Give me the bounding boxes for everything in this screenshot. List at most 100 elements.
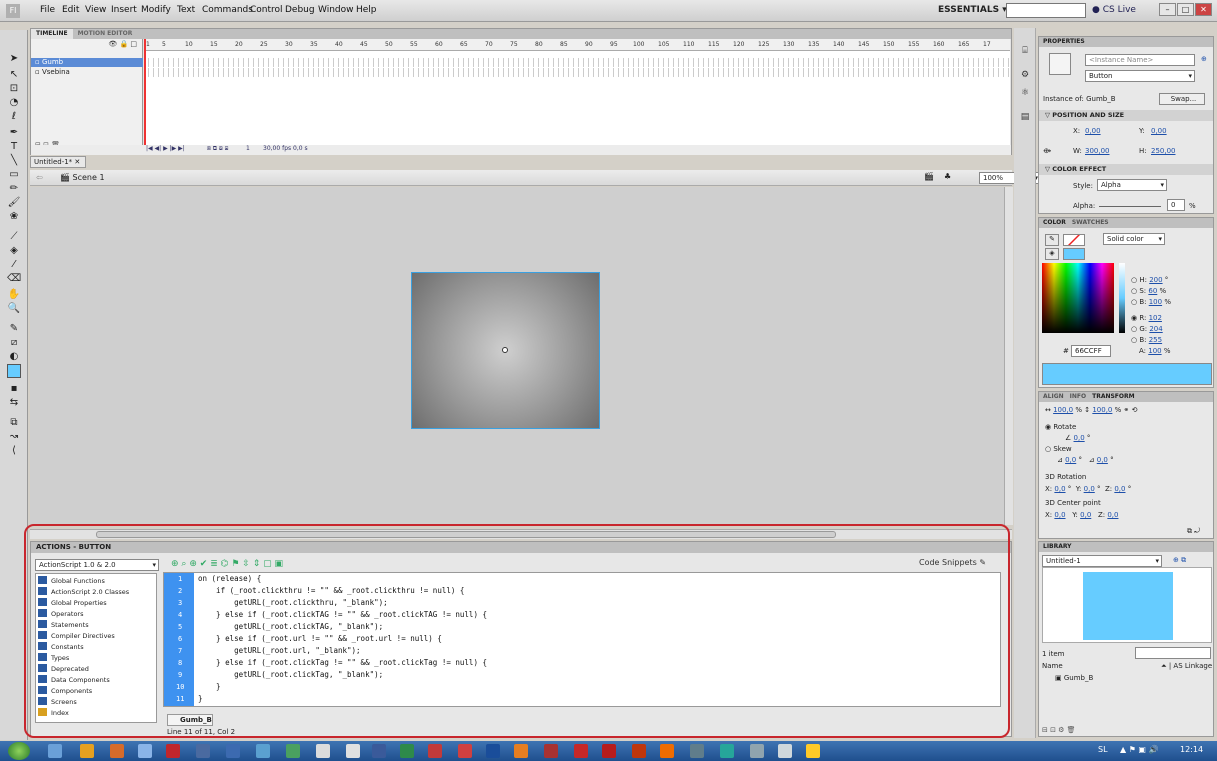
- menu-window[interactable]: Window: [318, 5, 354, 15]
- alpha-slider[interactable]: [1099, 206, 1161, 207]
- document-tab[interactable]: Untitled-1* ✕: [30, 156, 86, 168]
- brightness-slider[interactable]: [1119, 263, 1125, 333]
- position-size-section[interactable]: ▽ POSITION AND SIZE: [1039, 110, 1213, 121]
- help-search-input[interactable]: [1006, 3, 1086, 18]
- duplicate-transform-icon[interactable]: ⧉ ⤾: [1187, 527, 1200, 536]
- maximize-button[interactable]: □: [1177, 3, 1194, 16]
- toolbox-item[interactable]: Index: [38, 708, 69, 719]
- start-button[interactable]: [8, 742, 30, 760]
- fill-swatch[interactable]: [1063, 248, 1085, 260]
- deco-tool-icon[interactable]: ❀: [7, 210, 21, 224]
- minimize-button[interactable]: –: [1159, 3, 1176, 16]
- stage-horizontal-scrollbar[interactable]: [30, 529, 1012, 539]
- taskbar-app-icon[interactable]: [346, 744, 360, 758]
- input-language[interactable]: SL: [1098, 745, 1108, 754]
- clock[interactable]: 12:14: [1180, 745, 1203, 754]
- taskbar-app-icon[interactable]: [660, 744, 674, 758]
- library-footer-icons[interactable]: ⊟ ⊡ ⚙ 🗑: [1042, 726, 1076, 734]
- skew-h-value[interactable]: 0,0: [1065, 456, 1076, 464]
- taskbar-app-icon[interactable]: [544, 744, 558, 758]
- tab-transform[interactable]: TRANSFORM: [1092, 393, 1135, 400]
- scrollbar-thumb[interactable]: [96, 531, 836, 538]
- sat-value[interactable]: 60: [1148, 287, 1157, 295]
- taskbar-app-icon[interactable]: [690, 744, 704, 758]
- toolbox-item[interactable]: Screens: [38, 697, 77, 708]
- toolbox-item[interactable]: Statements: [38, 620, 89, 631]
- green-value[interactable]: 204: [1149, 325, 1162, 333]
- menu-modify[interactable]: Modify: [141, 5, 171, 15]
- style-select[interactable]: Alpha ▾: [1097, 179, 1167, 191]
- pin-icon[interactable]: ⊕ ⧉: [1173, 556, 1186, 565]
- zoom-tool-icon[interactable]: 🔍: [7, 302, 21, 316]
- button-instance[interactable]: [411, 272, 600, 429]
- frame-row[interactable]: [144, 58, 1010, 67]
- back-arrow-icon[interactable]: ⇦: [36, 173, 43, 182]
- selection-tool-icon[interactable]: ➤: [7, 52, 21, 66]
- fill-type-select[interactable]: Solid color ▾: [1103, 233, 1165, 245]
- red-value[interactable]: 102: [1149, 314, 1162, 322]
- stroke-color-icon[interactable]: ✎: [1045, 234, 1059, 246]
- library-col-linkage[interactable]: ⏶ | AS Linkage: [1161, 662, 1212, 671]
- menu-help[interactable]: Help: [356, 5, 377, 15]
- taskbar-app-icon[interactable]: [720, 744, 734, 758]
- taskbar-app-icon[interactable]: [400, 744, 414, 758]
- library-document-select[interactable]: Untitled-1 ▾: [1042, 555, 1162, 567]
- color-alpha-value[interactable]: 100: [1148, 347, 1161, 355]
- motion-presets-icon[interactable]: ⚙: [1018, 70, 1032, 84]
- library-item[interactable]: ▣ Gumb_B: [1055, 674, 1093, 682]
- w-value[interactable]: 300,00: [1085, 147, 1110, 155]
- onion-skin-icons[interactable]: ⧈ ⧉ ⧇ ⧆: [207, 145, 228, 153]
- close-tab-icon[interactable]: ✕: [74, 158, 80, 166]
- taskbar-app-icon[interactable]: [574, 744, 588, 758]
- alpha-input[interactable]: 0: [1167, 199, 1185, 211]
- bone-tool-icon[interactable]: ⟋: [7, 230, 21, 244]
- frame-rate[interactable]: 30,00 fps: [263, 145, 291, 152]
- menu-file[interactable]: File: [40, 5, 55, 15]
- toolbox-item[interactable]: Global Properties: [38, 598, 107, 609]
- menu-view[interactable]: View: [85, 5, 106, 15]
- toolbox-item[interactable]: Components: [38, 686, 92, 697]
- swap-colors-icon[interactable]: ⇆: [7, 396, 21, 410]
- color-picker-field[interactable]: [1042, 263, 1114, 333]
- hue-value[interactable]: 200: [1149, 276, 1162, 284]
- bright-value[interactable]: 100: [1149, 298, 1162, 306]
- toolbox-item[interactable]: Deprecated: [38, 664, 89, 675]
- edit-symbols-icon[interactable]: ♣: [944, 172, 951, 181]
- paint-bucket-tool-icon[interactable]: ◈: [7, 244, 21, 258]
- menu-insert[interactable]: Insert: [111, 5, 137, 15]
- text-tool-icon[interactable]: T: [7, 140, 21, 154]
- fill-color-icon[interactable]: ◐: [7, 350, 21, 364]
- find-icon[interactable]: ⌕: [181, 559, 186, 569]
- script-editor[interactable]: 1 2 3 4 5 6 7 8 9 10 11 on (release) { i…: [163, 572, 1001, 707]
- toolbox-item[interactable]: Compiler Directives: [38, 631, 115, 642]
- components-icon[interactable]: ⚛: [1018, 88, 1032, 102]
- straighten-icon[interactable]: ⟨: [7, 444, 21, 458]
- black-white-icon[interactable]: ▪: [7, 382, 21, 396]
- snap-to-objects-icon[interactable]: ⧉: [7, 416, 21, 430]
- apply-comment-icon[interactable]: ▢: [263, 559, 272, 569]
- script-tab[interactable]: Gumb_B: [167, 714, 213, 726]
- center-z[interactable]: 0,0: [1107, 511, 1118, 519]
- taskbar-app-icon[interactable]: [286, 744, 300, 758]
- library-search-input[interactable]: [1135, 647, 1211, 659]
- menu-edit[interactable]: Edit: [62, 5, 79, 15]
- taskbar-app-icon[interactable]: [806, 744, 820, 758]
- hex-input[interactable]: 66CCFF: [1071, 345, 1111, 357]
- rot-z[interactable]: 0,0: [1114, 485, 1125, 493]
- expand-icon[interactable]: ⇕: [253, 559, 261, 569]
- check-syntax-icon[interactable]: ✔: [200, 559, 208, 569]
- taskbar-app-icon[interactable]: [110, 744, 124, 758]
- menu-text[interactable]: Text: [177, 5, 195, 15]
- taskbar-app-icon[interactable]: [138, 744, 152, 758]
- add-action-icon[interactable]: ⊕: [171, 559, 179, 569]
- target-path-icon[interactable]: ⊕: [189, 559, 197, 569]
- rotate-radio[interactable]: ◉ Rotate: [1045, 423, 1076, 431]
- taskbar-app-icon[interactable]: [372, 744, 386, 758]
- h-value[interactable]: 250,00: [1151, 147, 1176, 155]
- x-value[interactable]: 0,00: [1085, 127, 1101, 135]
- eyedropper-tool-icon[interactable]: ⁄: [7, 258, 21, 272]
- tab-timeline[interactable]: TIMELINE: [31, 29, 73, 39]
- movie-explorer-icon[interactable]: ▤: [1018, 112, 1032, 126]
- tab-color[interactable]: COLOR: [1043, 219, 1066, 226]
- rectangle-tool-icon[interactable]: ▭: [7, 168, 21, 182]
